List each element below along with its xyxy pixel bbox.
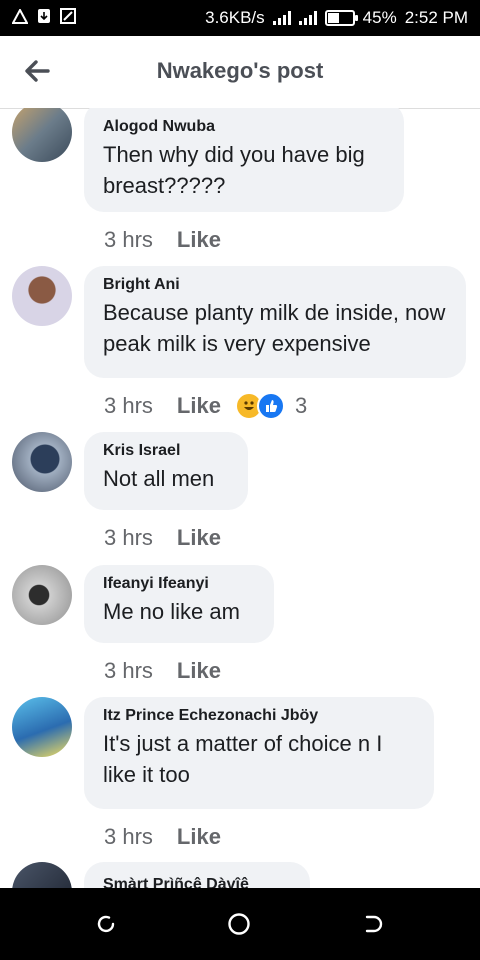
comment-author[interactable]: Alogod Nwuba <box>103 118 384 136</box>
comment-meta: 3 hrs Like <box>104 658 221 684</box>
clock: 2:52 PM <box>404 8 468 27</box>
download-icon <box>36 8 52 24</box>
comment-time: 3 hrs <box>104 525 153 550</box>
reactions-summary[interactable]: 3 <box>234 392 308 420</box>
comment-author[interactable]: Itz Prince Echezonachi Jböy <box>103 707 414 725</box>
comment-time: 3 hrs <box>104 658 153 683</box>
like-button[interactable]: Like <box>177 824 221 850</box>
recent-apps-button[interactable] <box>90 908 122 940</box>
network-speed: 3.6KB/s <box>205 8 265 27</box>
status-left-icons <box>12 8 76 24</box>
back-nav-button[interactable] <box>356 908 388 940</box>
avatar[interactable] <box>12 432 72 492</box>
home-icon <box>228 913 250 935</box>
comment-text: It's just a matter of choice n I like it… <box>103 731 383 787</box>
recent-apps-icon <box>97 915 115 933</box>
avatar[interactable] <box>12 862 72 888</box>
battery-level: 45% <box>362 8 397 27</box>
warning-icon <box>12 8 28 24</box>
back-icon <box>365 915 383 933</box>
comment-author[interactable]: Smàrt Prìñcê Dàvîê <box>103 876 290 888</box>
avatar[interactable] <box>12 565 72 625</box>
comment-author[interactable]: Bright Ani <box>103 276 446 294</box>
system-nav-bar <box>0 888 480 960</box>
comment-time: 3 hrs <box>104 824 153 849</box>
status-right: 3.6KB/s 45% 2:52 PM <box>205 8 468 28</box>
comment-time: 3 hrs <box>104 393 153 418</box>
comments-list[interactable]: Alogod Nwuba Then why did you have big b… <box>0 108 480 888</box>
signal-2-icon <box>298 11 317 25</box>
battery-icon <box>324 10 358 26</box>
comment-author[interactable]: Ifeanyi Ifeanyi <box>103 575 254 593</box>
like-button[interactable]: Like <box>177 525 221 551</box>
comment-text: Then why did you have big breast????? <box>103 142 365 198</box>
signal-icon <box>272 11 291 25</box>
post-header: Nwakego's post <box>0 36 480 109</box>
comment-time: 3 hrs <box>104 227 153 252</box>
comment-text: Me no like am <box>103 599 240 624</box>
page-title: Nwakego's post <box>156 58 324 83</box>
comment-meta: 3 hrs Like <box>104 824 221 850</box>
comment-bubble[interactable]: Bright Ani Because planty milk de inside… <box>84 266 466 378</box>
status-bar: 3.6KB/s 45% 2:52 PM <box>0 0 480 36</box>
comment-meta: 3 hrs Like <box>104 525 221 551</box>
avatar[interactable] <box>12 697 72 757</box>
like-button[interactable]: Like <box>177 227 221 253</box>
comment-meta: 3 hrs Like 3 <box>104 392 307 420</box>
comment-text: Because planty milk de inside, now peak … <box>103 300 446 356</box>
screenshot-icon <box>60 8 76 24</box>
like-reaction-icon <box>256 392 285 420</box>
comment-bubble[interactable]: Itz Prince Echezonachi Jböy It's just a … <box>84 697 434 809</box>
comment-bubble[interactable]: Alogod Nwuba Then why did you have big b… <box>84 108 404 212</box>
comment-bubble[interactable]: Smàrt Prìñcê Dàvîê <box>84 862 310 888</box>
like-button[interactable]: Like <box>177 658 221 684</box>
avatar[interactable] <box>12 108 72 162</box>
comment-bubble[interactable]: Ifeanyi Ifeanyi Me no like am <box>84 565 274 643</box>
avatar[interactable] <box>12 266 72 326</box>
reaction-count: 3 <box>294 393 308 418</box>
home-button[interactable] <box>223 908 255 940</box>
comment-meta: 3 hrs Like <box>104 227 221 253</box>
like-button[interactable]: Like <box>177 393 221 419</box>
comment-bubble[interactable]: Kris Israel Not all men <box>84 432 248 510</box>
comment-text: Not all men <box>103 466 215 491</box>
comment-author[interactable]: Kris Israel <box>103 442 228 460</box>
